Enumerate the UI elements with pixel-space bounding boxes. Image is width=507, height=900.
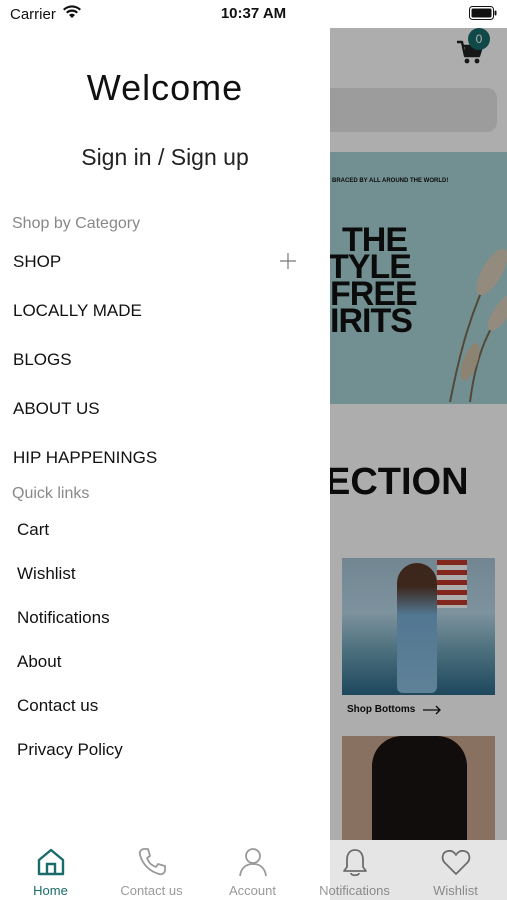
quick-link-cart[interactable]: Cart: [17, 520, 49, 540]
quick-link-privacy-policy[interactable]: Privacy Policy: [17, 740, 123, 760]
category-item-about-us[interactable]: ABOUT US: [13, 399, 100, 419]
user-icon: [239, 848, 267, 877]
category-item-blogs[interactable]: BLOGS: [13, 350, 72, 370]
sign-in-link[interactable]: Sign in / Sign up: [0, 144, 330, 171]
tab-home[interactable]: Home: [0, 840, 101, 900]
status-bar: Carrier 10:37 AM: [0, 0, 507, 28]
tab-label: Account: [229, 883, 276, 898]
home-icon: [37, 848, 65, 876]
welcome-heading: Welcome: [86, 67, 244, 108]
tab-bar-scrim: [330, 840, 507, 900]
quick-link-wishlist[interactable]: Wishlist: [17, 564, 76, 584]
battery-icon: [469, 6, 497, 20]
tab-label: Contact us: [120, 883, 183, 898]
side-drawer: Welcome Sign in / Sign up Shop by Catego…: [0, 28, 330, 840]
quick-link-notifications[interactable]: Notifications: [17, 608, 110, 628]
category-item-hip-happenings[interactable]: HIP HAPPENINGS: [13, 448, 157, 468]
quick-link-contact-us[interactable]: Contact us: [17, 696, 98, 716]
quick-links-label: Quick links: [12, 485, 90, 502]
tab-account[interactable]: Account: [202, 840, 303, 900]
tab-label: Home: [33, 883, 68, 898]
status-time: 10:37 AM: [220, 5, 287, 22]
plus-icon[interactable]: [279, 252, 297, 270]
tab-contact-us[interactable]: Contact us: [101, 840, 202, 900]
shop-by-category-label: Shop by Category: [12, 215, 141, 232]
category-item-shop[interactable]: SHOP: [13, 252, 61, 272]
quick-link-about[interactable]: About: [17, 652, 61, 672]
phone-icon: [138, 848, 166, 876]
drawer-scrim[interactable]: [330, 28, 507, 840]
category-item-locally-made[interactable]: LOCALLY MADE: [13, 301, 142, 321]
